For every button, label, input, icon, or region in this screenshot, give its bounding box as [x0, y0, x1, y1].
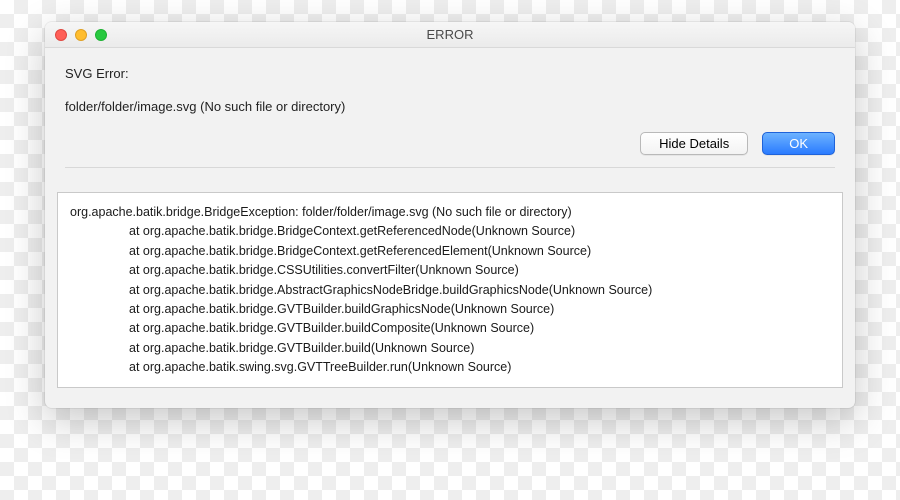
hide-details-button[interactable]: Hide Details [640, 132, 748, 155]
stack-trace-panel[interactable]: org.apache.batik.bridge.BridgeException:… [57, 192, 843, 388]
dialog-content: SVG Error: folder/folder/image.svg (No s… [45, 48, 855, 192]
ok-button[interactable]: OK [762, 132, 835, 155]
error-dialog: ERROR SVG Error: folder/folder/image.svg… [45, 22, 855, 408]
zoom-icon[interactable] [95, 29, 107, 41]
error-heading: SVG Error: [65, 66, 835, 81]
close-icon[interactable] [55, 29, 67, 41]
divider [65, 167, 835, 168]
error-path: folder/folder/image.svg (No such file or… [65, 99, 835, 114]
window-title: ERROR [55, 27, 845, 42]
titlebar: ERROR [45, 22, 855, 48]
window-controls [55, 29, 107, 41]
minimize-icon[interactable] [75, 29, 87, 41]
button-row: Hide Details OK [65, 132, 835, 155]
